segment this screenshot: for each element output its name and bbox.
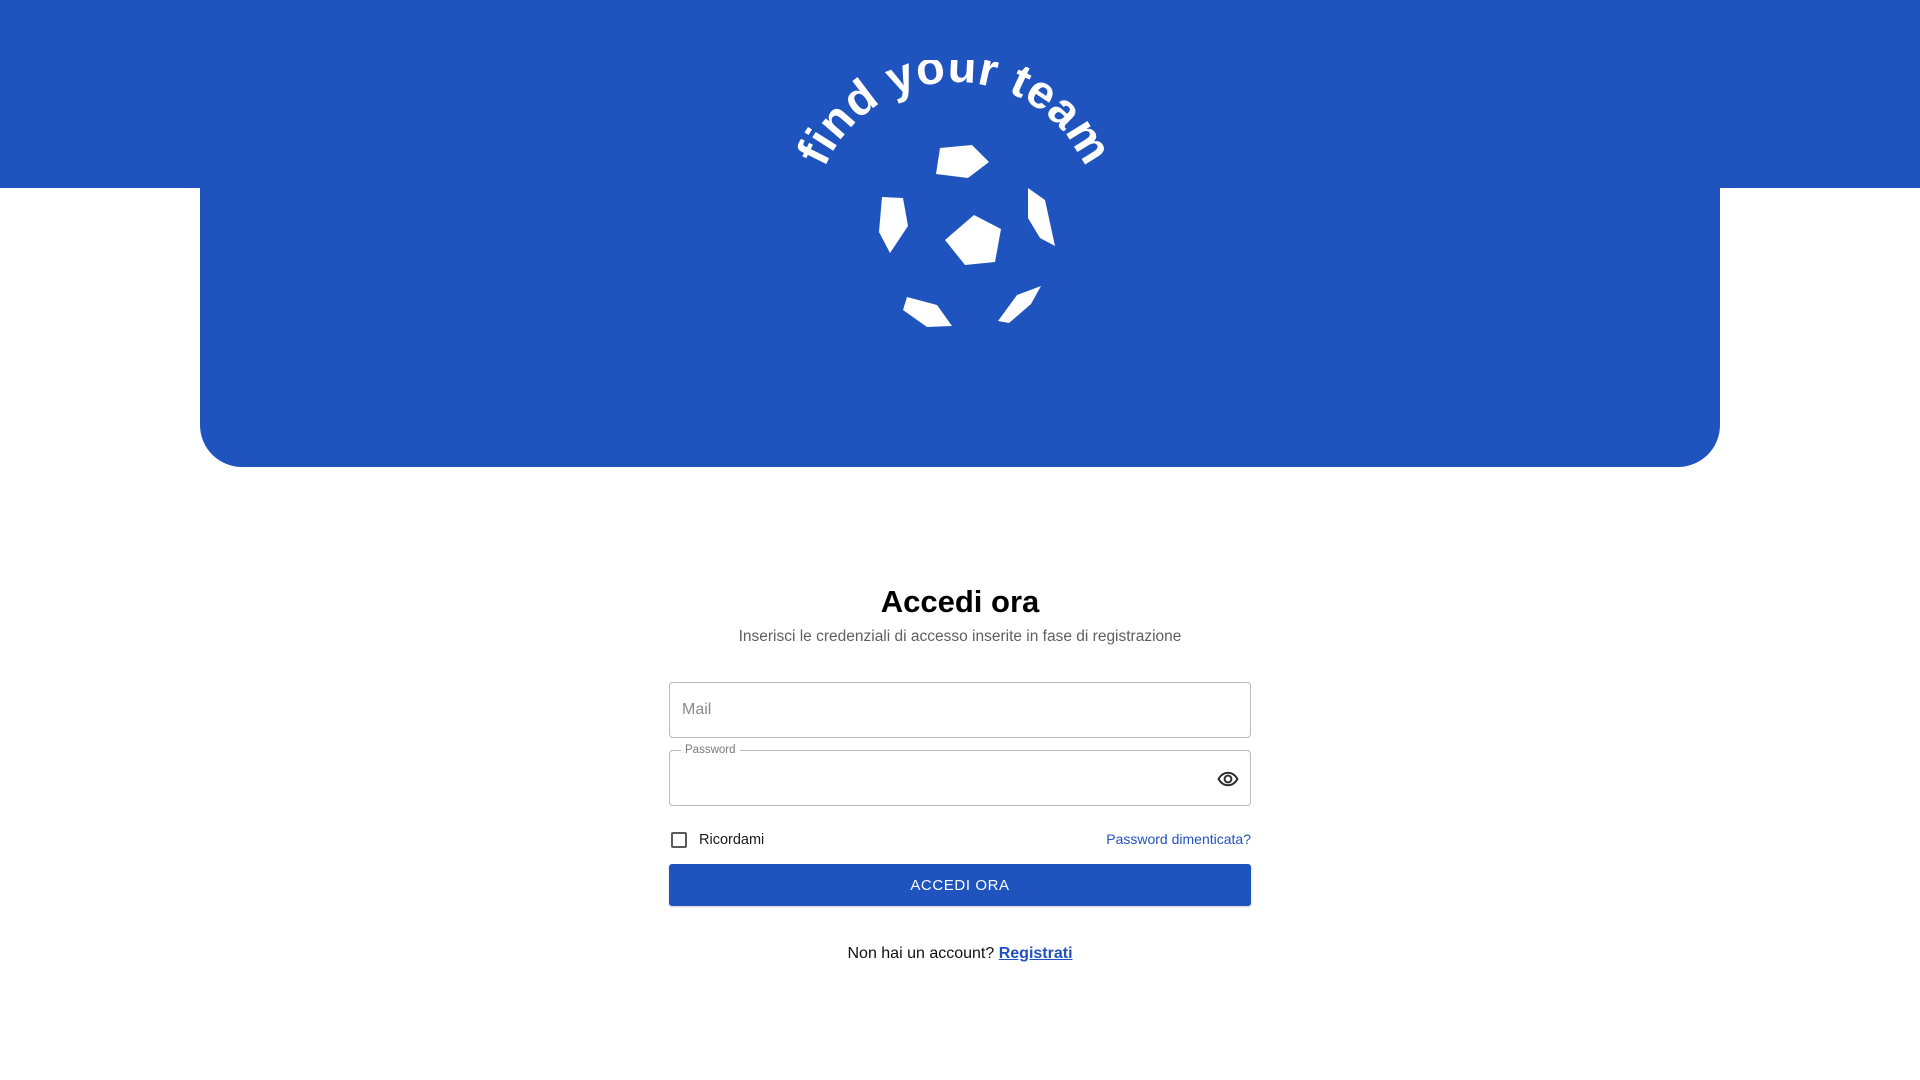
login-form: Accedi ora Inserisci le credenziali di a… (669, 580, 1251, 966)
soccer-ball-icon: find your team (786, 60, 1123, 327)
login-subtitle: Inserisci le credenziali di accesso inse… (738, 628, 1182, 645)
remember-me-checkbox[interactable]: Ricordami (671, 828, 764, 852)
find-your-team-logo: find your team (783, 60, 1143, 360)
password-input[interactable] (670, 751, 1250, 805)
login-title: Accedi ora (880, 584, 1040, 619)
eye-icon[interactable] (1216, 767, 1240, 791)
password-field: Password (669, 743, 1251, 806)
forgot-password-link[interactable]: Password dimenticata? (1106, 831, 1251, 847)
login-options-row: Ricordami Password dimenticata? (669, 828, 1251, 852)
register-link[interactable]: Registrati (999, 945, 1073, 962)
login-button[interactable]: ACCEDI ORA (669, 864, 1251, 906)
login-page: find your team Accedi ora Inserisci le c… (0, 0, 1920, 1080)
mail-input[interactable] (670, 683, 1250, 737)
no-account-text: Non hai un account? (847, 945, 995, 962)
checkbox-icon[interactable] (671, 832, 687, 848)
soccer-ball-patches (879, 145, 1055, 327)
register-prompt: Non hai un account? Registrati (669, 942, 1251, 966)
mail-field (669, 682, 1251, 738)
remember-me-label: Ricordami (699, 832, 765, 848)
